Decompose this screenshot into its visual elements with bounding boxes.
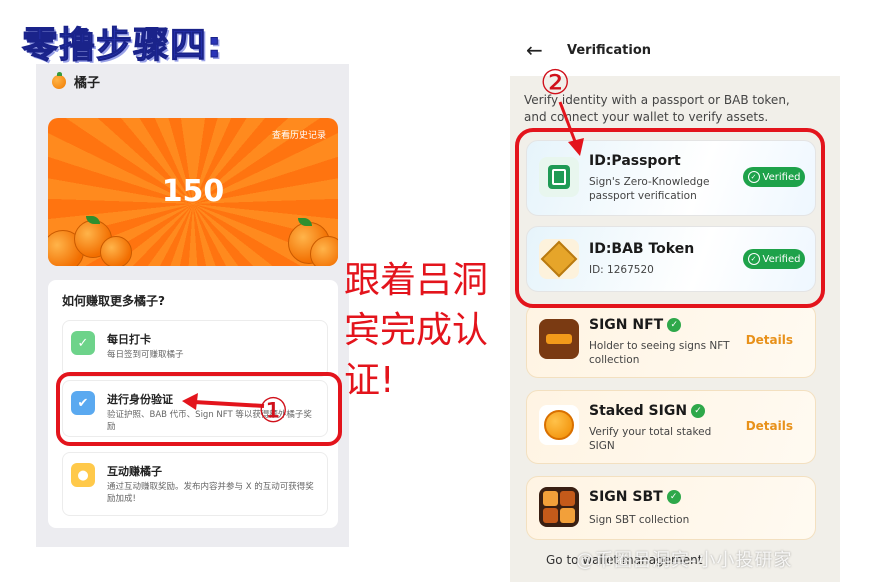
task-title: 互动赚橘子: [107, 465, 162, 478]
card-desc: Verify your total staked SIGN: [589, 426, 712, 452]
card-title: SIGN NFT ✓: [589, 317, 682, 333]
arrow-annotation-1: [182, 393, 265, 410]
verified-check-icon: ✓: [667, 318, 682, 332]
verified-check-icon: ✓: [666, 490, 681, 504]
points-value: 150: [161, 174, 225, 209]
step-marker-2: ②: [540, 63, 571, 103]
task-desc: 通过互动赚取奖励。发布内容并参与 X 的互动可获得奖励加成!: [107, 482, 314, 504]
history-link[interactable]: 查看历史记录: [272, 128, 326, 141]
task-desc: 每日签到可赚取橘子: [107, 350, 184, 360]
card-desc: Holder to seeing signs NFT collection: [589, 340, 730, 366]
card-title: SIGN SBT ✓: [589, 489, 681, 505]
page-heading: 零撸步骤四:: [21, 25, 223, 67]
orange-logo-icon: [52, 71, 66, 89]
page-title: Verification: [567, 43, 652, 58]
earn-more-title: 如何赚取更多橘子?: [62, 294, 165, 308]
verified-check-icon: ✓: [691, 404, 706, 418]
orange-icon: ●: [71, 463, 95, 487]
back-arrow-icon[interactable]: ←: [526, 38, 543, 62]
card-title: Staked SIGN ✓: [589, 403, 706, 419]
details-link[interactable]: Details: [746, 419, 793, 433]
task-interact-earn[interactable]: ● 互动赚橘子 通过互动赚取奖励。发布内容并参与 X 的互动可获得奖励加成!: [62, 452, 328, 516]
step-marker-1: ①: [258, 391, 289, 431]
card-staked-sign[interactable]: Staked SIGN ✓ Verify your total staked SI…: [526, 390, 816, 464]
watermark: @币圈吕洞宾-小小投研家: [576, 550, 793, 571]
caption-line-1: 跟着吕洞: [344, 260, 489, 301]
card-sign-nft[interactable]: SIGN NFT ✓ Holder to seeing signs NFT col…: [526, 304, 816, 378]
points-card: 查看历史记录 150: [48, 118, 338, 266]
orange-decoration-icon: [100, 236, 132, 266]
card-desc: Sign SBT collection: [589, 514, 690, 526]
caption-line-3: 证!: [344, 360, 395, 401]
caption-line-2: 宾完成认: [344, 310, 489, 351]
card-sign-sbt[interactable]: SIGN SBT ✓ Sign SBT collection: [526, 476, 816, 540]
details-link[interactable]: Details: [746, 333, 793, 347]
sign-sbt-icon: [539, 487, 579, 527]
staked-sign-icon: [539, 405, 579, 445]
app-name: 橘子: [74, 76, 101, 91]
task-daily-checkin[interactable]: ✓ 每日打卡 每日签到可赚取橘子: [62, 320, 328, 377]
check-icon: ✓: [71, 331, 95, 355]
orange-decoration-icon: [310, 236, 338, 266]
sign-nft-icon: [539, 319, 579, 359]
arrow-annotation-2: [558, 101, 584, 156]
task-title: 每日打卡: [107, 333, 151, 346]
app-header: 橘子: [52, 71, 101, 91]
